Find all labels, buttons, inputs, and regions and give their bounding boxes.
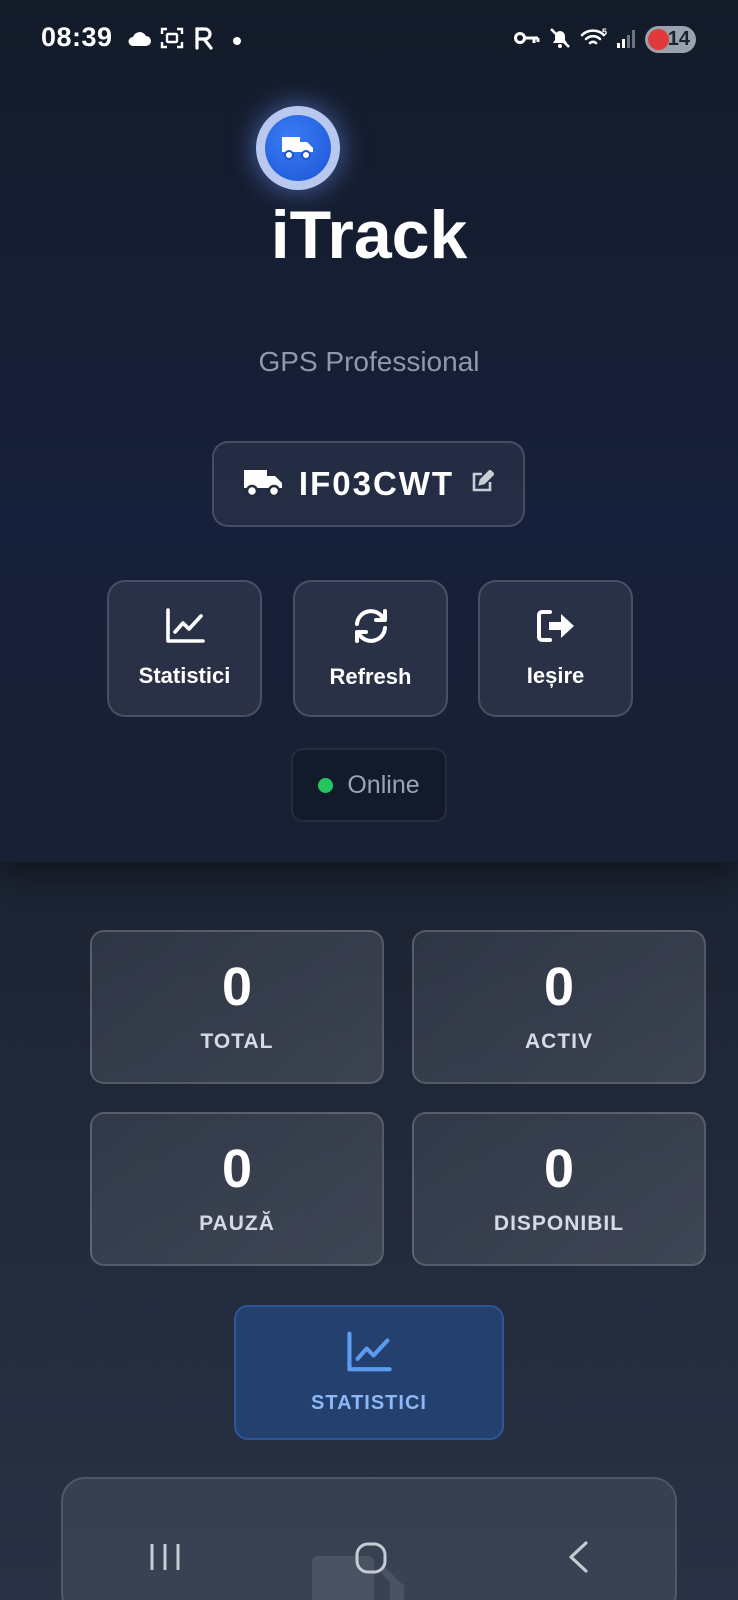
recent-apps-icon[interactable]: [148, 1542, 182, 1577]
stat-label: PAUZĂ: [199, 1212, 275, 1235]
r-app-icon: [194, 26, 214, 50]
online-dot-icon: [318, 777, 334, 793]
stat-label: DISPONIBIL: [493, 1212, 625, 1235]
stat-value: 0: [221, 957, 253, 1017]
status-time: 08:39: [41, 22, 113, 52]
refresh-icon: [352, 607, 390, 650]
cloud-icon: [126, 26, 152, 50]
stat-card-disponibil: 0 DISPONIBIL: [412, 1112, 706, 1266]
home-icon[interactable]: [354, 1541, 388, 1580]
refresh-label: Refresh: [329, 664, 412, 689]
refresh-button[interactable]: Refresh: [293, 580, 448, 717]
app-subtitle: GPS Professional: [258, 346, 480, 377]
chart-line-icon: [165, 608, 205, 649]
app-title: iTrack: [270, 197, 468, 273]
sign-out-icon: [536, 608, 576, 649]
battery-indicator: 14: [645, 26, 696, 53]
stat-value: 0: [543, 1139, 575, 1199]
signal-icon: [616, 26, 636, 50]
chart-line-icon: [346, 1331, 392, 1378]
connection-status-text: Online: [347, 770, 420, 799]
stat-card-pauza: 0 PAUZĂ: [90, 1112, 384, 1266]
stat-value: 0: [221, 1139, 253, 1199]
statistics-panel-label: STATISTICI: [311, 1391, 427, 1414]
stat-label: ACTIV: [525, 1030, 593, 1053]
logout-button[interactable]: Ieșire: [478, 580, 633, 717]
stat-value: 0: [543, 957, 575, 1017]
stat-card-total: 0 TOTAL: [90, 930, 384, 1084]
vehicle-plate-button[interactable]: IF03CWT: [212, 441, 525, 527]
notification-dot-icon: [233, 37, 241, 45]
vehicle-plate-number: IF03CWT: [298, 465, 455, 502]
stat-card-activ: 0 ACTIV: [412, 930, 706, 1084]
header-section: [0, 0, 738, 862]
truck-logo-icon: [265, 115, 331, 181]
key-icon: [514, 26, 540, 50]
connection-status-badge: Online: [291, 748, 447, 822]
statistics-button[interactable]: Statistici: [107, 580, 262, 717]
truck-icon: [243, 466, 283, 503]
screenshot-icon: [160, 26, 184, 50]
mute-icon: [548, 26, 572, 50]
battery-saver-icon: [648, 29, 669, 50]
statistics-label: Statistici: [138, 663, 231, 688]
app-logo: [256, 106, 340, 190]
battery-level: 14: [667, 28, 690, 50]
back-icon[interactable]: [566, 1540, 590, 1579]
logout-label: Ieșire: [526, 663, 585, 688]
wifi-icon: 5: [580, 26, 610, 50]
edit-icon[interactable]: [470, 468, 495, 499]
statistics-panel-button[interactable]: STATISTICI: [234, 1305, 504, 1440]
stat-label: TOTAL: [200, 1030, 274, 1053]
svg-text:5: 5: [602, 27, 607, 37]
